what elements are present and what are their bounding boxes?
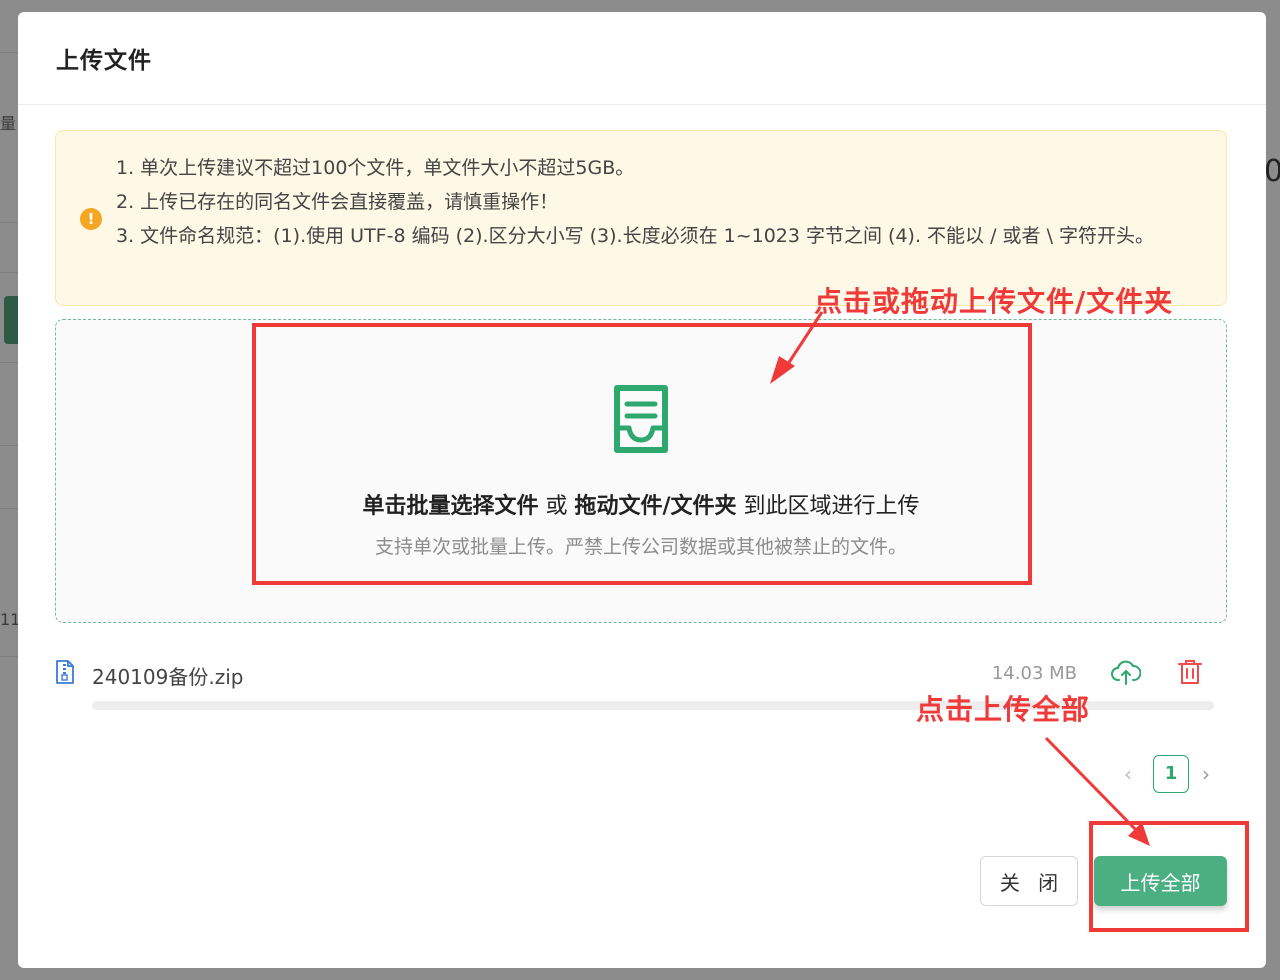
chevron-right-icon[interactable]: › [1202,762,1210,786]
notice-line-2: 2. 上传已存在的同名文件会直接覆盖，请慎重操作！ [116,191,559,213]
background-divider [0,445,20,446]
upload-dropzone[interactable]: 单击批量选择文件 或 拖动文件/文件夹 到此区域进行上传 支持单次或批量上传。严… [55,319,1227,623]
background-divider [0,362,20,363]
document-tray-icon [614,385,668,453]
click-select-text: 单击批量选择文件 [362,494,539,519]
modal-header: 上传文件 [18,12,1266,105]
file-name: 240109备份.zip [92,665,244,689]
dropzone-instruction: 单击批量选择文件 或 拖动文件/文件夹 到此区域进行上传 [56,488,1226,520]
notice-line-1: 1. 单次上传建议不超过100个文件，单文件大小不超过5GB。 [116,157,635,179]
notice-lines: 1. 单次上传建议不超过100个文件，单文件大小不超过5GB。 2. 上传已存在… [116,151,1206,253]
modal-title: 上传文件 [56,48,152,74]
drag-text: 拖动文件/文件夹 [574,494,737,519]
trash-icon[interactable] [1177,658,1203,686]
zip-file-icon [56,660,74,684]
background-text: 0 [1264,154,1280,189]
cloud-upload-icon[interactable] [1111,659,1141,687]
background-divider [0,272,20,273]
chevron-left-icon[interactable]: ‹ [1124,762,1132,786]
background-divider [0,222,20,223]
close-button[interactable]: 关 闭 [980,856,1078,906]
background-divider [0,656,20,657]
notice-line-3: 3. 文件命名规范：(1).使用 UTF-8 编码 (2).区分大小写 (3).… [116,225,1155,247]
annotation-label-upload: 点击上传全部 [916,693,1091,726]
page-number-current[interactable]: 1 [1153,755,1189,793]
background-divider [0,508,20,509]
dropzone-hint: 支持单次或批量上传。严禁上传公司数据或其他被禁止的文件。 [374,536,907,558]
upload-area-text: 到此区域进行上传 [736,494,920,519]
file-size: 14.03 MB [991,663,1077,684]
warning-icon: ! [80,208,102,230]
upload-modal: 上传文件 ! 1. 单次上传建议不超过100个文件，单文件大小不超过5GB。 2… [18,12,1266,968]
or-text: 或 [538,494,575,519]
background-text: 量 [0,114,17,133]
upload-all-button[interactable]: 上传全部 [1094,856,1227,906]
background-divider [0,52,20,53]
annotation-label-dropzone: 点击或拖动上传文件/文件夹 [814,285,1174,318]
